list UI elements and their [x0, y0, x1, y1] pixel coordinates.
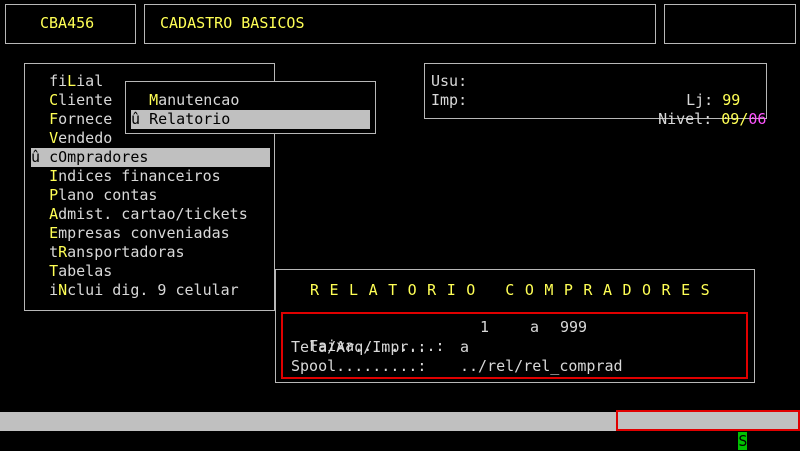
menu-item-text: mpresas conveniadas	[58, 224, 230, 242]
confirm-options: (S/N)	[756, 432, 800, 450]
menu-item-hotkey: O	[58, 148, 68, 166]
main-menu-item-nclui-dig-9-celular[interactable]: iNclui dig. 9 celular	[31, 281, 239, 300]
menu-item-text: ansportadoras	[67, 243, 185, 261]
tela-label: Tela/Arq/Impr.:	[291, 338, 427, 356]
menu-item-hotkey: A	[49, 205, 59, 223]
menu-item-text: ndices financeiros	[58, 167, 221, 185]
main-menu-item-tabelas[interactable]: Tabelas	[31, 262, 112, 281]
main-menu-item-lial[interactable]: fiLial	[31, 72, 103, 91]
spool-value[interactable]: ../rel/rel_comprad	[460, 357, 623, 376]
main-menu-item-plano-contas[interactable]: Plano contas	[31, 186, 157, 205]
screen-title: CADASTRO BASICOS	[160, 14, 305, 32]
selection-marker	[31, 186, 49, 204]
menu-item-hotkey: E	[49, 224, 59, 242]
faixa-from[interactable]: 1	[480, 318, 489, 337]
menu-item-text: fi	[49, 72, 68, 90]
menu-item-hotkey: P	[49, 186, 59, 204]
selection-marker	[31, 129, 49, 147]
menu-item-text: liente	[58, 91, 113, 109]
selection-marker: û	[131, 110, 150, 128]
faixa-to[interactable]: 999	[560, 318, 587, 337]
confirm-label: Confirma?	[648, 432, 730, 450]
main-menu-item-ransportadoras[interactable]: tRansportadoras	[31, 243, 185, 262]
main-menu-item-vendedo[interactable]: Vendedo	[31, 129, 112, 148]
menu-item-hotkey: N	[58, 281, 68, 299]
menu-item-text: ial	[76, 72, 104, 90]
selection-marker	[31, 91, 49, 109]
selection-marker	[31, 167, 49, 185]
nivel-label: Nivel:	[658, 110, 713, 128]
menu-item-hotkey: C	[49, 91, 59, 109]
main-menu-item-empresas-conveniadas[interactable]: Empresas conveniadas	[31, 224, 230, 243]
menu-item-text: abelas	[58, 262, 113, 280]
selection-marker	[31, 205, 49, 223]
report-title: RELATORIO COMPRADORES	[310, 281, 721, 299]
menu-item-text: dmist. cartao/tickets	[58, 205, 248, 223]
imp-label: Imp:	[431, 91, 468, 109]
menu-item-text: elatorio	[158, 110, 231, 128]
menu-item-text: lano contas	[58, 186, 158, 204]
menu-item-hotkey: R	[58, 243, 68, 261]
menu-item-text: anutencao	[158, 91, 240, 109]
right-header-box	[664, 4, 796, 44]
nivel-max: 06	[748, 110, 767, 128]
menu-item-text: ornece	[58, 110, 113, 128]
menu-item-text: t	[49, 243, 59, 261]
menu-item-hotkey: M	[149, 91, 159, 109]
usu-label: Usu:	[431, 72, 468, 90]
menu-item-text: mpradores	[67, 148, 149, 166]
main-menu-item-fornece[interactable]: Fornece	[31, 110, 112, 129]
menu-item-hotkey: I	[49, 167, 59, 185]
selection-marker	[31, 224, 49, 242]
tela-value[interactable]: a	[460, 338, 469, 357]
selection-marker	[31, 262, 49, 280]
nivel-field: Nivel: 09/06	[640, 91, 766, 129]
menu-item-text: clui dig. 9 celular	[67, 281, 239, 299]
main-menu-item-indices-financeiros[interactable]: Indices financeiros	[31, 167, 221, 186]
sub-menu-item-relatorio[interactable]: û Relatorio	[131, 110, 370, 129]
main-menu-item-cliente[interactable]: Cliente	[31, 91, 112, 110]
nivel-value: 09	[721, 110, 740, 128]
spool-label: Spool.........:	[291, 357, 427, 375]
menu-item-hotkey: F	[49, 110, 59, 128]
confirm-answer[interactable]: S	[738, 432, 748, 450]
menu-item-hotkey: T	[49, 262, 59, 280]
selection-marker	[31, 72, 49, 90]
sub-menu-item-manutencao[interactable]: Manutencao	[131, 91, 239, 110]
menu-item-hotkey: V	[49, 129, 59, 147]
main-menu-item-ompradores[interactable]: û cOmpradores	[31, 148, 270, 167]
faixa-separator: a	[530, 318, 540, 336]
menu-item-text: endedo	[58, 129, 113, 147]
menu-item-hotkey: R	[149, 110, 159, 128]
selection-marker	[31, 243, 49, 261]
confirm-prompt: Confirma? S (S/N)	[630, 413, 800, 451]
main-menu-item-admist-cartao-tickets[interactable]: Admist. cartao/tickets	[31, 205, 248, 224]
selection-marker	[131, 91, 149, 109]
menu-item-text: i	[49, 281, 59, 299]
selection-marker: û	[31, 148, 50, 166]
program-code: CBA456	[40, 14, 95, 32]
menu-item-hotkey: L	[67, 72, 77, 90]
selection-marker	[31, 281, 49, 299]
menu-item-text: c	[49, 148, 59, 166]
selection-marker	[31, 110, 49, 128]
